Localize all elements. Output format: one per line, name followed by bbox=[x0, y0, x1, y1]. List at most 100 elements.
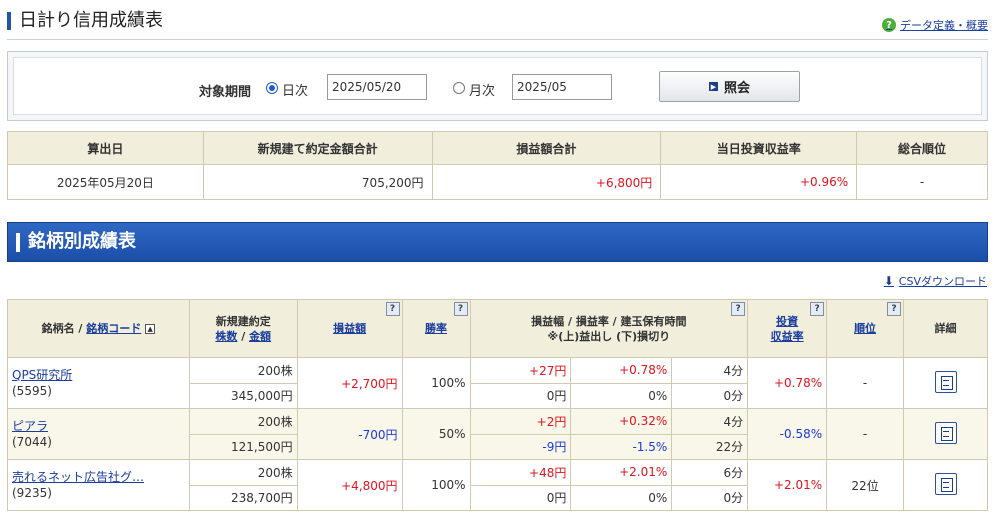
header-slash: / bbox=[241, 329, 246, 343]
stock-code: (5595) bbox=[12, 384, 52, 398]
up-time-cell: 6分 bbox=[671, 459, 749, 486]
memo-icon[interactable] bbox=[934, 370, 957, 393]
rank-cell: - bbox=[826, 408, 905, 460]
winrate-cell: 100% bbox=[401, 459, 471, 511]
download-icon: ⬇ bbox=[883, 273, 894, 288]
pl-cell: +2,700円 bbox=[296, 357, 403, 409]
sort-by-roi-link-1[interactable]: 投資 bbox=[776, 315, 798, 328]
up-time-cell: 4分 bbox=[671, 357, 749, 384]
table-row: QPS研究所 (5595) 200株 +2,700円 100% +27円 +0.… bbox=[7, 357, 988, 409]
down-range-cell: 0円 bbox=[469, 382, 572, 409]
detail-cell bbox=[903, 357, 988, 409]
daily-radio-label[interactable]: 日次 bbox=[282, 80, 308, 99]
search-button[interactable]: ▶ 照会 bbox=[659, 71, 800, 102]
memo-icon[interactable] bbox=[934, 421, 957, 444]
roi-cell: +2.01% bbox=[747, 459, 828, 511]
sort-by-pl-link[interactable]: 損益額 bbox=[333, 322, 366, 335]
sort-by-code-link[interactable]: 銘柄コード bbox=[86, 322, 141, 335]
table-row: 売れるネット広告社グ… (9235) 200株 +4,800円 100% +48… bbox=[7, 459, 988, 511]
down-rate-cell: 0% bbox=[570, 382, 673, 409]
rank-cell: 22位 bbox=[826, 459, 905, 511]
monthly-date-input[interactable]: 2025/05 bbox=[512, 74, 612, 100]
pl-cell: -700円 bbox=[296, 408, 403, 460]
data-definition-link[interactable]: ? データ定義・概要 bbox=[882, 17, 988, 33]
search-panel: 対象期間 日次 2025/05/20 月次 2025/05 ▶ 照会 bbox=[7, 51, 988, 121]
section-accent-bar bbox=[16, 233, 20, 252]
summary-header-rank: 総合順位 bbox=[856, 131, 988, 165]
winrate-help-icon[interactable]: ? bbox=[453, 302, 468, 316]
page-header: 日計り信用成績表 ? データ定義・概要 bbox=[7, 6, 988, 40]
up-range-cell: +48円 bbox=[469, 459, 572, 486]
summary-date: 2025年05月20日 bbox=[7, 164, 204, 200]
stock-name-cell: 売れるネット広告社グ… (9235) bbox=[7, 459, 190, 511]
up-range-cell: +27円 bbox=[469, 357, 572, 384]
header-roi: 投資 収益率 ? bbox=[747, 299, 828, 358]
stock-results-table: 銘柄名 / 銘柄コード ▲ 新規建約定 株数 / 金額 損益額 ? 勝率 ? 損… bbox=[7, 299, 988, 511]
summary-contract-total: 705,200円 bbox=[202, 164, 433, 200]
search-button-label: 照会 bbox=[723, 81, 750, 96]
summary-value-row: 2025年05月20日 705,200円 +6,800円 +0.96% - bbox=[7, 164, 988, 200]
csv-download-label: CSVダウンロード bbox=[898, 275, 987, 288]
range-help-icon[interactable]: ? bbox=[731, 302, 746, 316]
sort-by-winrate-link[interactable]: 勝率 bbox=[425, 322, 447, 335]
header-name: 銘柄名 / bbox=[41, 322, 83, 335]
summary-header-pl-total: 損益額合計 bbox=[431, 131, 662, 165]
summary-roi: +0.96% bbox=[660, 164, 858, 200]
detail-header-row: 銘柄名 / 銘柄コード ▲ 新規建約定 株数 / 金額 損益額 ? 勝率 ? 損… bbox=[7, 299, 988, 358]
sort-by-roi-link-2[interactable]: 収益率 bbox=[771, 330, 804, 343]
summary-pl-total: +6,800円 bbox=[431, 164, 662, 200]
header-pl: 損益額 ? bbox=[296, 299, 403, 358]
down-time-cell: 0分 bbox=[671, 484, 749, 511]
up-rate-cell: +2.01% bbox=[570, 459, 673, 486]
sort-by-shares-link[interactable]: 株数 bbox=[215, 330, 237, 343]
summary-table: 算出日 新規建て約定金額合計 損益額合計 当日投資収益率 総合順位 2025年0… bbox=[7, 131, 988, 200]
section-title: 銘柄別成績表 bbox=[28, 231, 136, 252]
up-rate-cell: +0.32% bbox=[570, 408, 673, 435]
summary-header-date: 算出日 bbox=[7, 131, 204, 165]
daily-date-input[interactable]: 2025/05/20 bbox=[327, 74, 427, 100]
page-title: 日計り信用成績表 bbox=[19, 10, 163, 31]
header-name-code: 銘柄名 / 銘柄コード ▲ bbox=[7, 299, 190, 358]
roi-cell: -0.58% bbox=[747, 408, 828, 460]
monthly-radio-label[interactable]: 月次 bbox=[469, 80, 495, 99]
stock-name-link[interactable]: QPS研究所 bbox=[12, 368, 72, 382]
shares-cell: 200株 bbox=[188, 459, 298, 486]
down-rate-cell: 0% bbox=[570, 484, 673, 511]
detail-cell bbox=[903, 459, 988, 511]
memo-icon[interactable] bbox=[934, 472, 957, 495]
table-row: ピアラ (7044) 200株 -700円 50% +2円 +0.32% 4分 … bbox=[7, 408, 988, 460]
down-range-cell: -9円 bbox=[469, 433, 572, 460]
sort-by-amount-link[interactable]: 金額 bbox=[249, 330, 271, 343]
stock-name-link[interactable]: ピアラ bbox=[12, 419, 48, 433]
sort-by-rank-link[interactable]: 順位 bbox=[854, 322, 876, 335]
summary-rank: - bbox=[856, 164, 988, 200]
stock-name-cell: ピアラ (7044) bbox=[7, 408, 190, 460]
monthly-radio[interactable] bbox=[453, 82, 465, 94]
csv-download-link[interactable]: ⬇ CSVダウンロード bbox=[884, 273, 987, 289]
header-rank: 順位 ? bbox=[826, 299, 905, 358]
stock-code: (7044) bbox=[12, 435, 52, 449]
header-detail: 詳細 bbox=[903, 299, 988, 358]
section-header: 銘柄別成績表 bbox=[7, 222, 988, 262]
rank-help-icon[interactable]: ? bbox=[887, 302, 902, 316]
detail-cell bbox=[903, 408, 988, 460]
search-panel-inner: 対象期間 日次 2025/05/20 月次 2025/05 ▶ 照会 bbox=[13, 57, 982, 115]
roi-help-icon[interactable]: ? bbox=[810, 302, 825, 316]
amount-cell: 238,700円 bbox=[188, 484, 298, 511]
down-rate-cell: -1.5% bbox=[570, 433, 673, 460]
sort-asc-icon[interactable]: ▲ bbox=[145, 324, 156, 334]
shares-cell: 200株 bbox=[188, 357, 298, 384]
daily-radio[interactable] bbox=[266, 82, 278, 94]
stock-name-link[interactable]: 売れるネット広告社グ… bbox=[12, 470, 144, 484]
winrate-cell: 50% bbox=[401, 408, 471, 460]
header-contract-label: 新規建約定 bbox=[215, 314, 271, 328]
roi-cell: +0.78% bbox=[747, 357, 828, 409]
up-range-cell: +2円 bbox=[469, 408, 572, 435]
header-range-note: ※(上)益出し (下)損切り bbox=[547, 329, 671, 343]
title-accent-bar bbox=[7, 12, 11, 30]
stock-code: (9235) bbox=[12, 486, 52, 500]
header-winrate: 勝率 ? bbox=[401, 299, 471, 358]
pl-help-icon[interactable]: ? bbox=[385, 302, 400, 316]
arrow-right-icon: ▶ bbox=[708, 82, 718, 91]
summary-header-roi: 当日投資収益率 bbox=[660, 131, 858, 165]
